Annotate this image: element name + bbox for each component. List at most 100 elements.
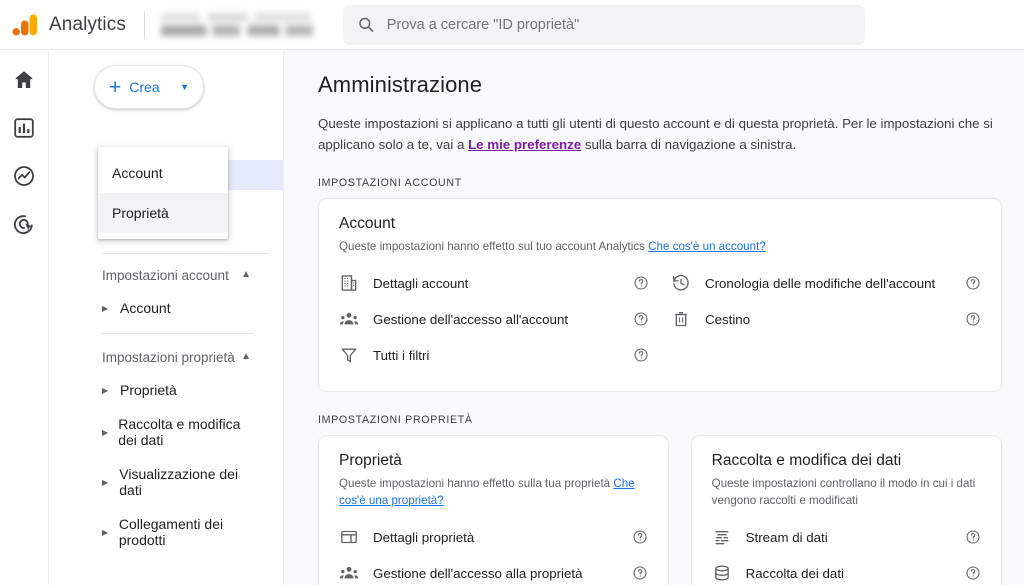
help-icon[interactable] xyxy=(965,275,981,291)
chevron-up-icon: ▲ xyxy=(241,269,251,280)
account-card-desc-text: Queste impostazioni hanno effetto sul tu… xyxy=(339,240,649,253)
sidebar-item-collegamenti-prodotti[interactable]: ▶ Collegamenti dei prodotti xyxy=(49,507,269,557)
sidebar-item-label: Account xyxy=(120,300,171,316)
row-raccolta-dei-dati[interactable]: Raccolta dei dati xyxy=(712,555,981,585)
what-is-an-account-link[interactable]: Che cos'è un account? xyxy=(648,240,766,253)
create-dropdown-menu: Account Proprietà xyxy=(98,147,228,239)
sidebar-item-raccolta-modifica-dati[interactable]: ▶ Raccolta e modifica dei dati xyxy=(49,407,269,457)
row-cestino[interactable]: Cestino xyxy=(671,301,981,337)
nav-groups: Impostazioni account ▲ ▶ Account Imposta… xyxy=(49,260,283,557)
triangle-right-icon: ▶ xyxy=(102,303,109,313)
data-collection-card: Raccolta e modifica dei dati Queste impo… xyxy=(690,435,1002,585)
sidebar-item-account[interactable]: ▶ Account xyxy=(49,291,269,325)
section-label-account: IMPOSTAZIONI ACCOUNT xyxy=(318,177,462,189)
people-group-icon xyxy=(339,309,359,329)
menu-item-proprieta[interactable]: Proprietà xyxy=(98,193,228,233)
help-icon[interactable] xyxy=(633,311,649,327)
sidebar-item-label: Proprietà xyxy=(120,382,177,398)
property-details-icon xyxy=(339,527,359,547)
analytics-admin-page: Analytics Prova a cercare "ID proprietà"… xyxy=(0,0,1024,585)
sidebar-item-label: Collegamenti dei prodotti xyxy=(118,516,224,548)
search-container xyxy=(342,4,865,45)
brand-divider xyxy=(143,10,145,39)
help-icon[interactable] xyxy=(965,565,981,581)
nav-divider xyxy=(102,253,269,254)
help-icon[interactable] xyxy=(965,311,981,327)
advertising-target-icon[interactable] xyxy=(12,212,36,236)
search-input[interactable] xyxy=(386,16,851,33)
data-card-rows: Stream di dati Raccolta dei dati xyxy=(712,519,981,585)
triangle-right-icon: ▶ xyxy=(102,385,109,395)
row-cronologia-modifiche-account[interactable]: Cronologia delle modifiche dell'account xyxy=(671,265,981,301)
ga-logo-icon xyxy=(12,14,37,35)
property-card-title: Proprietà xyxy=(339,452,402,469)
row-label: Raccolta dei dati xyxy=(745,565,844,581)
row-dettagli-proprieta[interactable]: Dettagli proprietà xyxy=(339,519,648,555)
nav-group-impostazioni-account[interactable]: Impostazioni account ▲ xyxy=(49,260,269,291)
sidebar-item-label: Visualizzazione dei dati xyxy=(119,466,239,498)
page-title: Amministrazione xyxy=(318,72,483,97)
bar-chart-icon[interactable] xyxy=(12,116,36,140)
row-label: Gestione dell'accesso all'account xyxy=(373,311,569,327)
data-stream-icon xyxy=(712,527,732,547)
search-icon xyxy=(359,17,374,32)
account-card-col-right: Cronologia delle modifiche dell'account … xyxy=(671,265,981,373)
row-gestione-accesso-proprieta[interactable]: Gestione dell'accesso alla proprietà xyxy=(339,555,648,585)
row-dettagli-account[interactable]: Dettagli account xyxy=(339,265,649,301)
building-icon xyxy=(339,273,359,293)
row-label: Cronologia delle modifiche dell'account xyxy=(705,275,936,291)
property-card-desc-text: Queste impostazioni hanno effetto sulla … xyxy=(339,477,614,490)
help-icon[interactable] xyxy=(632,565,648,581)
filter-funnel-icon xyxy=(339,345,359,365)
row-label: Gestione dell'accesso alla proprietà xyxy=(373,565,583,581)
blurred-account-name xyxy=(160,13,311,22)
brand-title: Analytics xyxy=(49,13,126,35)
account-settings-card: Account Queste impostazioni hanno effett… xyxy=(318,198,1002,392)
trash-icon xyxy=(671,309,691,329)
account-property-selector[interactable] xyxy=(160,7,321,43)
triangle-right-icon: ▶ xyxy=(102,527,109,537)
chevron-down-icon: ▼ xyxy=(180,81,189,92)
create-button[interactable]: + Crea ▼ xyxy=(94,65,204,109)
nav-separator xyxy=(102,333,254,334)
search-box[interactable] xyxy=(342,4,865,45)
sidebar-nav: + Crea ▼ urazione Impostazioni account ▲… xyxy=(49,50,284,585)
page-body: + Crea ▼ urazione Impostazioni account ▲… xyxy=(0,50,1024,585)
property-cards-row: Proprietà Queste impostazioni hanno effe… xyxy=(318,426,1002,585)
blurred-property-name xyxy=(160,25,313,36)
row-gestione-accesso-account[interactable]: Gestione dell'accesso all'account xyxy=(339,301,649,337)
icon-rail xyxy=(0,50,49,585)
my-preferences-link[interactable]: Le mie preferenze xyxy=(468,137,581,152)
triangle-right-icon: ▶ xyxy=(102,477,109,487)
help-icon[interactable] xyxy=(633,347,649,363)
sidebar-item-proprieta[interactable]: ▶ Proprietà xyxy=(49,373,269,407)
row-label: Cestino xyxy=(705,311,751,327)
explore-icon[interactable] xyxy=(12,164,36,188)
data-card-description: Queste impostazioni controllano il modo … xyxy=(711,477,976,507)
history-clock-icon xyxy=(671,273,691,293)
sidebar-item-label: Raccolta e modifica dei dati xyxy=(118,416,241,448)
help-icon[interactable] xyxy=(632,529,648,545)
row-tutti-i-filtri[interactable]: Tutti i filtri xyxy=(339,337,649,373)
account-card-description: Queste impostazioni hanno effetto sul tu… xyxy=(339,238,981,255)
row-label: Dettagli proprietà xyxy=(373,529,475,545)
nav-group-label: Impostazioni account xyxy=(102,268,229,283)
page-description-part2: sulla barra di navigazione a sinistra. xyxy=(581,137,797,152)
section-label-property: IMPOSTAZIONI PROPRIETÀ xyxy=(318,414,473,426)
menu-item-account[interactable]: Account xyxy=(98,153,228,193)
create-button-label: Crea xyxy=(129,79,160,95)
analytics-logo[interactable] xyxy=(0,14,49,36)
help-icon[interactable] xyxy=(965,529,981,545)
people-group-icon xyxy=(339,563,359,583)
home-icon[interactable] xyxy=(12,68,36,92)
data-card-title: Raccolta e modifica dei dati xyxy=(711,452,902,469)
property-settings-card: Proprietà Queste impostazioni hanno effe… xyxy=(318,435,669,585)
nav-group-label: Impostazioni proprietà xyxy=(102,350,235,365)
sidebar-item-visualizzazione-dati[interactable]: ▶ Visualizzazione dei dati xyxy=(49,457,269,507)
help-icon[interactable] xyxy=(633,275,649,291)
database-icon xyxy=(712,563,732,583)
nav-group-impostazioni-proprieta[interactable]: Impostazioni proprietà ▲ xyxy=(49,342,269,373)
account-card-rows: Dettagli account Gestione dell'accesso a… xyxy=(339,265,981,373)
row-stream-di-dati[interactable]: Stream di dati xyxy=(712,519,981,555)
row-label: Tutti i filtri xyxy=(373,347,430,363)
